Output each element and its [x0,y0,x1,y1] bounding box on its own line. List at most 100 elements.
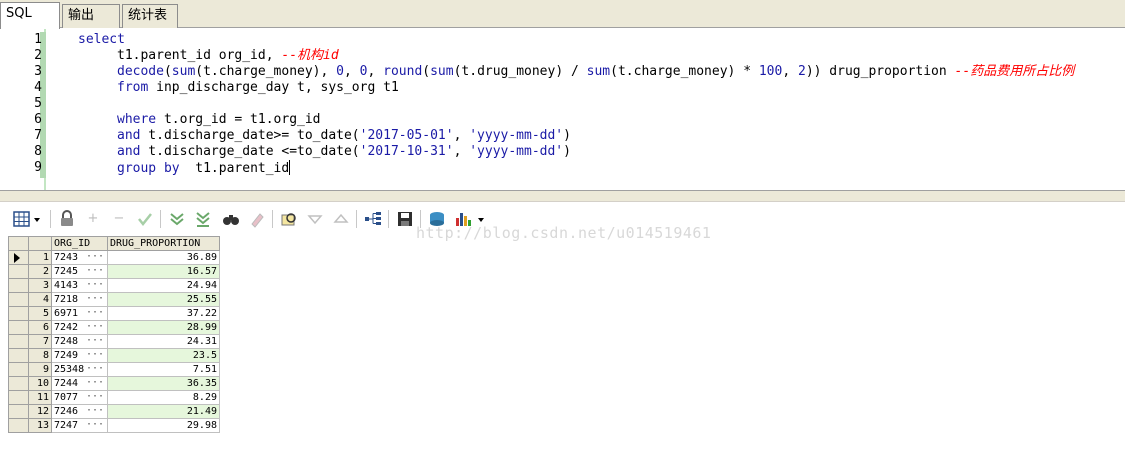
table-row[interactable]: 5 6971 ··· 37.22 [8,306,220,321]
fetch-all-icon[interactable] [194,210,212,228]
delete-record-icon[interactable]: − [110,210,128,228]
cell-drug-proportion[interactable]: 28.99 [107,320,220,335]
cell-ellipsis-button[interactable]: ··· [86,252,104,264]
post-icon[interactable] [136,210,154,228]
cell-ellipsis-button[interactable]: ··· [86,322,104,334]
cell-ellipsis-button[interactable]: ··· [86,406,104,418]
cell-drug-proportion[interactable]: 21.49 [107,404,220,419]
code-line: from inp_discharge_day t, sys_org t1 [117,80,399,96]
cell-drug-proportion[interactable]: 24.94 [107,278,220,293]
add-record-icon[interactable]: + [84,210,102,228]
code-comment: --机构id [281,48,339,63]
cell-org-id[interactable]: 7247 ··· [51,418,108,433]
lock-icon[interactable] [58,210,76,228]
sort-icon[interactable] [332,210,350,228]
cell-org-id[interactable]: 7244 ··· [51,376,108,391]
table-row[interactable]: 6 7242 ··· 28.99 [8,320,220,335]
table-row[interactable]: 13 7247 ··· 29.98 [8,418,220,433]
find-icon[interactable] [222,210,240,228]
cell-ellipsis-button[interactable]: ··· [86,364,104,376]
cell-org-id[interactable]: 4143 ··· [51,278,108,293]
row-number: 4 [28,292,52,307]
row-number: 2 [28,264,52,279]
cell-org-id[interactable]: 7246 ··· [51,404,108,419]
cell-org-id[interactable]: 7242 ··· [51,320,108,335]
tab-statistics[interactable]: 统计表 [122,4,178,28]
code-text: ( [163,64,172,79]
cell-ellipsis-button[interactable]: ··· [86,294,104,306]
cell-drug-proportion[interactable]: 37.22 [107,306,220,321]
row-number: 9 [28,362,52,377]
code-text: (t.charge_money) * [610,64,759,79]
explain-icon[interactable] [364,210,382,228]
table-row[interactable]: 1 7243 ··· 36.89 [8,250,220,265]
cell-ellipsis-button[interactable]: ··· [86,336,104,348]
cell-drug-proportion[interactable]: 24.31 [107,334,220,349]
toolbar-separator [388,210,389,228]
cell-drug-proportion[interactable]: 25.55 [107,292,220,307]
cell-ellipsis-button[interactable]: ··· [86,280,104,292]
cell-drug-proportion[interactable]: 29.98 [107,418,220,433]
query-by-example-icon[interactable] [280,210,298,228]
code-comment: --药品费用所占比例 [954,64,1075,79]
code-text: ) [563,144,571,159]
cell-drug-proportion[interactable]: 7.51 [107,362,220,377]
toolbar-separator [50,210,51,228]
code-text: t.discharge_date>= to_date( [140,128,360,143]
cell-ellipsis-button[interactable]: ··· [86,350,104,362]
tab-bar: SQL 输出 统计表 [0,0,1125,29]
cell-org-id[interactable]: 7249 ··· [51,348,108,363]
column-header-org-id[interactable]: ORG_ID [51,236,108,251]
cell-ellipsis-button[interactable]: ··· [86,420,104,432]
cell-org-id[interactable]: 6971 ··· [51,306,108,321]
cell-org-id[interactable]: 7245 ··· [51,264,108,279]
cell-drug-proportion[interactable]: 36.35 [107,376,220,391]
cell-drug-proportion[interactable]: 16.57 [107,264,220,279]
table-row[interactable]: 4 7218 ··· 25.55 [8,292,220,307]
tab-sql[interactable]: SQL [0,2,60,29]
table-row[interactable]: 9 25348 ··· 7.51 [8,362,220,377]
save-icon[interactable] [396,210,414,228]
cell-ellipsis-button[interactable]: ··· [86,308,104,320]
cell-value: 7248 [54,335,79,347]
code-text: t1.parent_id [179,161,290,176]
row-number-header [28,236,52,251]
line-number: 2 [34,48,42,63]
cell-org-id[interactable]: 7243 ··· [51,250,108,265]
clear-icon[interactable] [248,210,266,228]
cell-org-id[interactable]: 7077 ··· [51,390,108,405]
row-indicator [8,418,29,433]
pane-splitter[interactable] [0,190,1125,202]
cell-drug-proportion[interactable]: 36.89 [107,250,220,265]
cell-org-id[interactable]: 7248 ··· [51,334,108,349]
filter-icon[interactable] [306,210,324,228]
cell-drug-proportion[interactable]: 23.5 [107,348,220,363]
column-header-drug-proportion[interactable]: DRUG_PROPORTION [107,236,220,251]
table-row[interactable]: 12 7246 ··· 21.49 [8,404,220,419]
cell-ellipsis-button[interactable]: ··· [86,378,104,390]
tab-output[interactable]: 输出 [62,4,120,28]
cell-value: 4143 [54,279,79,291]
row-indicator [8,250,29,265]
table-row[interactable]: 10 7244 ··· 36.35 [8,376,220,391]
line-number: 1 [34,32,42,47]
table-row[interactable]: 11 7077 ··· 8.29 [8,390,220,405]
cell-org-id[interactable]: 7218 ··· [51,292,108,307]
cell-ellipsis-button[interactable]: ··· [86,392,104,404]
table-row[interactable]: 3 4143 ··· 24.94 [8,278,220,293]
row-number: 8 [28,348,52,363]
grid-view-icon[interactable] [12,210,42,228]
sql-editor[interactable]: 1 2 3 4 5 6 7 8 9 select t1.parent_id or… [0,28,1125,190]
table-row[interactable]: 2 7245 ··· 16.57 [8,264,220,279]
code-line: select [78,32,125,48]
fetch-next-icon[interactable] [168,210,186,228]
code-line: decode(sum(t.charge_money), 0, 0, round(… [117,64,1074,80]
code-text: , [344,64,360,79]
table-row[interactable]: 7 7248 ··· 24.31 [8,334,220,349]
cell-drug-proportion[interactable]: 8.29 [107,390,220,405]
cell-org-id[interactable]: 25348 ··· [51,362,108,377]
table-row[interactable]: 8 7249 ··· 23.5 [8,348,220,363]
cell-value: 7247 [54,419,79,431]
code-text: , [782,64,798,79]
cell-ellipsis-button[interactable]: ··· [86,266,104,278]
